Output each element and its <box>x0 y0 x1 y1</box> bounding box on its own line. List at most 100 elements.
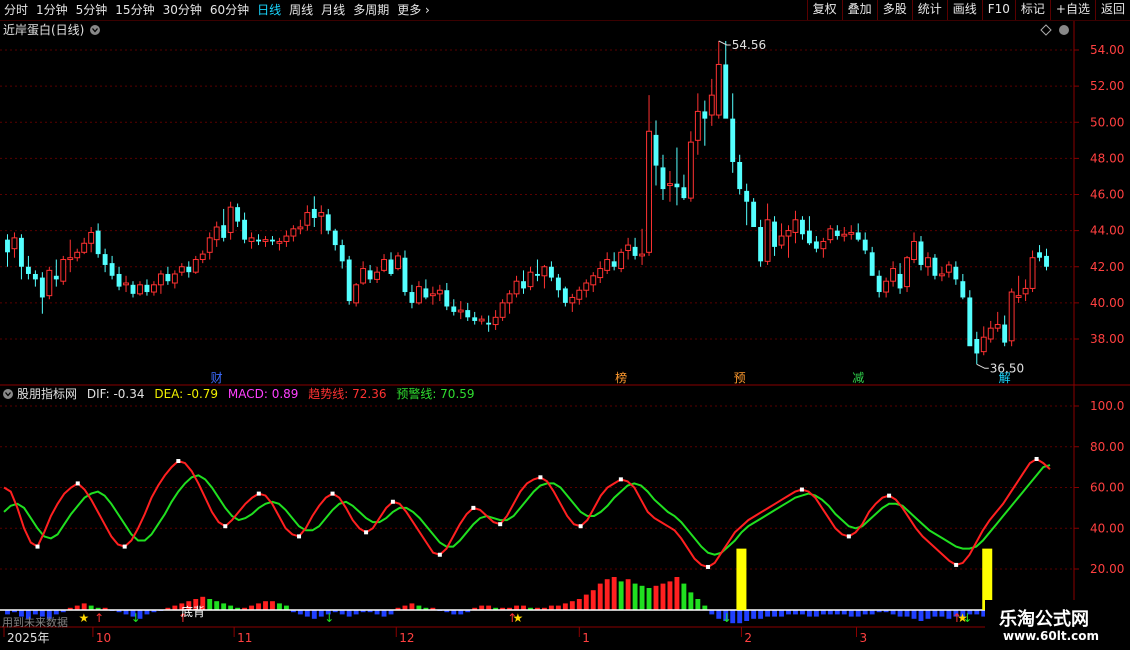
turning-point-marker <box>1034 456 1039 461</box>
histogram-bar <box>646 588 652 610</box>
candle-body-down <box>465 310 471 318</box>
tab-more[interactable]: 更多 › <box>393 0 434 20</box>
candle-body-up <box>88 231 95 244</box>
candle-body-up <box>687 141 694 199</box>
indicator-tick-label: 60.00 <box>1090 481 1124 495</box>
candle-body-up <box>618 251 625 270</box>
candle-body-up <box>478 318 485 322</box>
statistics-button[interactable]: 统计 <box>911 0 947 20</box>
price-tick-label: 50.00 <box>1090 115 1124 129</box>
candle-body-down <box>102 254 108 265</box>
histogram-bar <box>688 592 694 610</box>
turning-point-marker <box>35 544 40 549</box>
back-button[interactable]: 返回 <box>1094 0 1130 20</box>
chevron-down-icon[interactable] <box>90 25 100 35</box>
overlay-button[interactable]: 叠加 <box>841 0 877 20</box>
histogram-bar <box>737 610 743 624</box>
diamond-icon[interactable] <box>1040 24 1052 36</box>
turning-point-marker <box>498 522 503 527</box>
histogram-bar <box>695 599 701 610</box>
candle-body-down <box>1002 324 1008 343</box>
chevron-down-icon[interactable] <box>3 389 13 399</box>
draw-line-button[interactable]: 画线 <box>946 0 982 20</box>
histogram-bar <box>765 610 771 617</box>
candle-body-down <box>737 161 743 190</box>
histogram-bar <box>221 603 227 610</box>
turning-point-marker <box>330 491 335 496</box>
candle-body-down <box>130 284 136 294</box>
logo-title: 乐淘公式网 <box>999 609 1089 630</box>
candle-body-up <box>694 110 701 141</box>
tab-fenshi[interactable]: 分时 <box>0 0 32 20</box>
price-tick-label: 54.00 <box>1090 43 1124 57</box>
histogram-bar <box>409 603 415 610</box>
candle-body-down <box>960 281 966 298</box>
turning-point-marker <box>390 499 395 504</box>
low-marker-line <box>976 363 989 369</box>
candle-body-down <box>486 322 492 325</box>
indicator-lines <box>3 456 1051 569</box>
candle-body-up <box>395 255 401 270</box>
candle-body-down <box>346 259 352 302</box>
multi-stock-button[interactable]: 多股 <box>876 0 912 20</box>
tab-30min[interactable]: 30分钟 <box>159 0 206 20</box>
candle-body-up <box>74 251 81 259</box>
histogram-bar <box>569 601 575 610</box>
candle-body-up <box>625 244 632 251</box>
turning-point-marker <box>256 491 261 496</box>
restore-rights-button[interactable]: 复权 <box>806 0 842 20</box>
candle-body-up <box>11 237 18 250</box>
tab-weekly[interactable]: 周线 <box>285 0 317 20</box>
signal-glyph: ↑ <box>94 611 104 625</box>
candlesticks <box>5 40 1049 365</box>
candle-body-up <box>206 237 213 253</box>
candle-body-up <box>262 239 269 242</box>
candle-body-down <box>932 257 938 276</box>
histogram-bar <box>562 603 568 610</box>
candle-body-down <box>806 230 812 244</box>
tab-daily[interactable]: 日线 <box>253 0 285 20</box>
tab-5min[interactable]: 5分钟 <box>72 0 112 20</box>
histogram-bar <box>604 579 610 610</box>
mark-button[interactable]: 标记 <box>1014 0 1050 20</box>
candle-body-up <box>792 219 799 233</box>
settings-icon[interactable] <box>1059 25 1069 35</box>
candle-body-up <box>499 302 506 318</box>
tab-15min[interactable]: 15分钟 <box>111 0 158 20</box>
divergence-annotation: 底背 <box>181 604 205 619</box>
price-markers: 54.5636.50 <box>718 38 1024 375</box>
histogram-bar <box>772 610 777 617</box>
tab-60min[interactable]: 60分钟 <box>206 0 253 20</box>
candle-body-down <box>744 190 750 202</box>
chart-area[interactable]: 54.00 52.00 50.00 48.00 46.00 44.00 42.00 40.00… <box>0 21 1130 650</box>
candle-body-down <box>325 214 331 231</box>
signal-bar <box>736 548 747 610</box>
price-tick-label: 46.00 <box>1090 188 1124 202</box>
histogram-bar <box>744 610 750 621</box>
add-watchlist-button[interactable]: +自选 <box>1049 0 1095 20</box>
tab-monthly[interactable]: 月线 <box>317 0 349 20</box>
candle-body-down <box>116 273 122 287</box>
candle-body-up <box>987 327 994 340</box>
tab-multi-period[interactable]: 多周期 <box>349 0 393 20</box>
candle-body-up <box>506 293 513 304</box>
candle-body-down <box>751 201 757 228</box>
candle-body-up <box>827 228 834 241</box>
candle-body-down <box>53 275 59 280</box>
candle-body-up <box>945 264 952 273</box>
logo-url: www.60lt.com <box>1003 629 1100 643</box>
turning-point-marker <box>846 534 851 539</box>
candle-body-down <box>109 263 115 276</box>
candle-body-down <box>25 266 31 274</box>
tab-1min[interactable]: 1分钟 <box>32 0 72 20</box>
candle-body-down <box>472 317 478 321</box>
turning-point-marker <box>437 552 442 557</box>
f10-button[interactable]: F10 <box>981 0 1015 20</box>
event-tags: 财榜预减解 <box>211 370 1011 385</box>
indicator-histogram <box>0 577 1091 624</box>
candle-body-up <box>527 271 534 288</box>
candle-body-down <box>165 273 171 282</box>
candle-body-down <box>758 227 764 262</box>
candle-body-up <box>171 273 178 284</box>
candle-body-down <box>862 239 868 251</box>
